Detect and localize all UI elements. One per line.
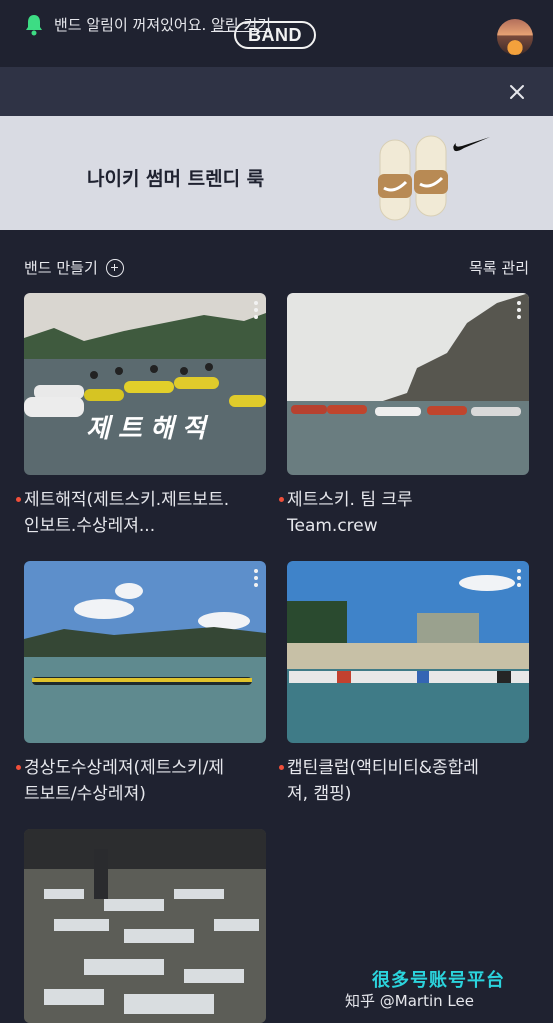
notification-text: 밴드 알림이 꺼져있어요. 알림 켜기	[54, 14, 271, 35]
more-options-icon[interactable]	[254, 569, 258, 587]
create-band-button[interactable]: 밴드 만들기	[24, 257, 124, 278]
notification-message: 밴드 알림이 꺼져있어요.	[54, 16, 207, 34]
ad-banner[interactable]	[0, 116, 553, 230]
watermark-line1: 很多号账号平台	[372, 970, 505, 991]
band-thumbnail[interactable]	[287, 293, 529, 475]
band-title-line1: 제트해적(제트스키.제트보트.	[24, 490, 230, 510]
band-card[interactable]: 제트스키. 팀 크루 Team.crew	[279, 293, 529, 539]
more-options-icon[interactable]	[517, 301, 521, 319]
more-options-icon[interactable]	[517, 569, 521, 587]
band-cover-overlay-text: 제트해적	[86, 414, 214, 444]
ad-title: 나이키 썸머 트렌디 룩	[87, 168, 265, 190]
band-title: 캡틴클럽(액티비티&종합레 져, 캠핑)	[279, 755, 529, 807]
create-band-label: 밴드 만들기	[24, 259, 98, 277]
band-thumbnail[interactable]	[24, 829, 266, 1023]
band-title-line2: 트보트/수상레져)	[24, 784, 146, 804]
band-title-line1: 제트스키. 팀 크루	[287, 490, 413, 510]
new-post-dot	[16, 497, 21, 502]
nike-logo-icon	[453, 137, 490, 152]
new-post-dot	[16, 765, 21, 770]
turn-on-notifications-link[interactable]: 알림 켜기	[211, 16, 271, 34]
nike-sandals-image	[378, 135, 448, 221]
band-thumbnail[interactable]	[24, 561, 266, 743]
more-options-icon[interactable]	[254, 301, 258, 319]
band-thumbnail[interactable]	[287, 561, 529, 743]
band-card[interactable]: 제트해적 제트해적(제트스키.제트보트. 인보트.수상레져...	[16, 293, 266, 539]
profile-avatar[interactable]	[497, 19, 533, 55]
band-title: 제트해적(제트스키.제트보트. 인보트.수상레져...	[16, 487, 266, 539]
band-thumbnail[interactable]: 제트해적	[24, 293, 266, 475]
band-card[interactable]	[24, 829, 266, 1023]
band-title-line2: 져, 캠핑)	[287, 784, 352, 804]
bell-icon	[26, 15, 42, 36]
new-post-dot	[279, 497, 284, 502]
band-card[interactable]: 캡틴클럽(액티비티&종합레 져, 캠핑)	[279, 561, 529, 807]
band-title-line2: 인보트.수상레져...	[24, 516, 156, 536]
add-icon	[105, 258, 124, 277]
band-title-line1: 경상도수상레져(제트스키/제	[24, 758, 225, 778]
band-title-line2: Team.crew	[287, 516, 378, 536]
notification-banner	[0, 67, 553, 116]
band-title: 경상도수상레져(제트스키/제 트보트/수상레져)	[16, 755, 266, 807]
manage-list-button[interactable]: 목록 관리	[469, 257, 529, 278]
band-title-line1: 캡틴클럽(액티비티&종합레	[287, 758, 479, 778]
close-icon[interactable]	[507, 82, 527, 102]
band-title: 제트스키. 팀 크루 Team.crew	[279, 487, 529, 539]
band-card[interactable]: 경상도수상레져(제트스키/제 트보트/수상레져)	[16, 561, 266, 807]
watermark-line2: 知乎 @Martin Lee	[345, 992, 474, 1010]
new-post-dot	[279, 765, 284, 770]
